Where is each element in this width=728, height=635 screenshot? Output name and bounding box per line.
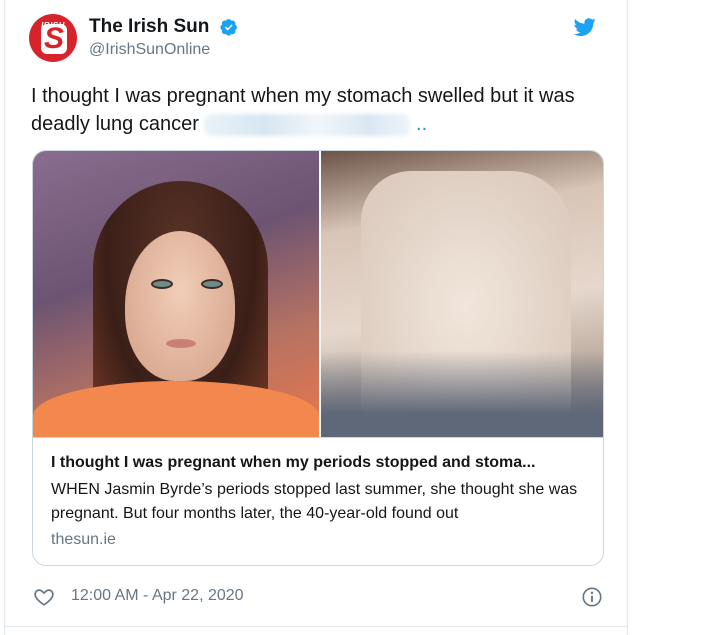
link-preview-card[interactable]: I thought I was pregnant when my periods… [32,150,604,566]
portrait-eye-left [151,279,173,289]
twitter-bird-icon[interactable] [573,16,597,38]
account-names: The Irish Sun @IrishSunOnline [89,16,238,59]
tweet-timestamp[interactable]: 12:00 AM - Apr 22, 2020 [71,587,244,605]
account-handle[interactable]: @IrishSunOnline [89,41,238,59]
tweet-footer: 12:00 AM - Apr 22, 2020 [29,584,607,614]
redacted-link[interactable] [204,113,411,136]
card-domain[interactable]: thesun.ie [51,531,587,549]
portrait-eye-right [201,279,223,289]
verified-badge-icon [220,19,237,36]
portrait-lips [166,339,196,348]
preview-image-portrait [33,151,319,437]
info-icon[interactable] [581,586,603,608]
card-title[interactable]: I thought I was pregnant when my periods… [51,452,587,474]
link-ellipsis[interactable]: .. [416,113,427,135]
portrait-shirt [33,381,319,437]
tweet-card[interactable]: IRISH S The Irish Sun @IrishSunOnline I … [4,0,628,635]
portrait-face [125,231,235,381]
stomach-jeans [321,351,603,437]
avatar-letter: S [41,24,67,54]
heart-icon[interactable] [33,586,55,608]
bottom-divider [5,626,627,627]
avatar[interactable]: IRISH S [29,14,77,62]
tweet-header: IRISH S The Irish Sun @IrishSunOnline [29,14,607,66]
card-body: I thought I was pregnant when my periods… [33,437,603,565]
card-description: WHEN Jasmin Byrde’s periods stopped last… [51,481,578,522]
tweet-text: I thought I was pregnant when my stomach… [31,82,611,138]
preview-image-stomach [321,151,603,437]
display-name[interactable]: The Irish Sun [89,16,209,38]
